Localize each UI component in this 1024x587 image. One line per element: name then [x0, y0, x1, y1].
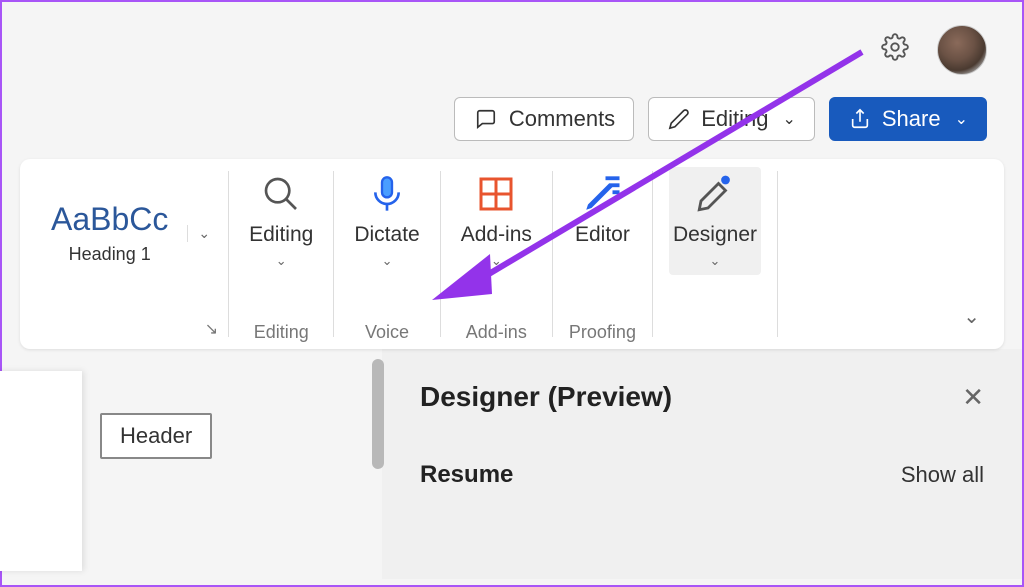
- chevron-down-icon: ⌄: [710, 253, 721, 269]
- chevron-down-icon: ⌄: [491, 253, 502, 269]
- show-all-link[interactable]: Show all: [901, 462, 984, 488]
- styles-dropdown[interactable]: ⌄: [187, 225, 220, 242]
- dialog-launcher-icon[interactable]: ↘: [205, 319, 218, 339]
- style-name: Heading 1: [51, 244, 168, 265]
- pen-lines-icon: [581, 173, 623, 215]
- chevron-down-icon: ⌄: [782, 109, 795, 129]
- editing-mode-label: Editing: [701, 106, 768, 132]
- designer-pane: Designer (Preview) ✕ Resume Show all: [382, 349, 1022, 579]
- chevron-down-icon: ⌄: [276, 253, 287, 269]
- search-icon: [260, 173, 302, 215]
- grid-icon: [475, 173, 517, 215]
- dictate-button[interactable]: Dictate ⌄: [350, 167, 423, 275]
- editor-button[interactable]: Editor: [571, 167, 634, 253]
- ribbon-group-proofing: Editor Proofing: [553, 159, 652, 349]
- addins-button[interactable]: Add-ins ⌄: [457, 167, 536, 275]
- style-preview: AaBbCc: [51, 201, 168, 238]
- chevron-down-icon: ⌄: [955, 109, 968, 129]
- ribbon-group-addins: Add-ins ⌄ Add-ins: [441, 159, 552, 349]
- close-icon[interactable]: ✕: [962, 382, 984, 413]
- group-label-voice: Voice: [365, 310, 409, 343]
- style-heading-1[interactable]: AaBbCc Heading 1: [32, 190, 187, 276]
- header-section-tag[interactable]: Header: [100, 413, 212, 459]
- editing-mode-button[interactable]: Editing ⌄: [648, 97, 815, 141]
- document-area: Header: [2, 349, 382, 579]
- group-label-proofing: Proofing: [569, 310, 636, 343]
- collapse-ribbon-icon[interactable]: ⌄: [963, 304, 980, 329]
- ribbon-group-editing: Editing ⌄ Editing: [229, 159, 333, 349]
- ribbon-group-voice: Dictate ⌄ Voice: [334, 159, 439, 349]
- ribbon: AaBbCc Heading 1 ⌄ ↘ Editing ⌄ Editing: [20, 159, 1004, 349]
- vertical-scrollbar[interactable]: [372, 359, 384, 469]
- microphone-icon: [366, 173, 408, 215]
- comments-label: Comments: [509, 106, 615, 132]
- group-label-editing: Editing: [254, 310, 309, 343]
- group-label-addins: Add-ins: [466, 310, 527, 343]
- section-resume: Resume: [420, 461, 513, 489]
- ribbon-group-designer: Designer ⌄: [653, 159, 777, 349]
- styles-gallery: AaBbCc Heading 1 ⌄ ↘: [20, 159, 228, 349]
- editing-button[interactable]: Editing ⌄: [245, 167, 317, 275]
- chevron-down-icon: ⌄: [382, 253, 393, 269]
- avatar[interactable]: [937, 25, 987, 75]
- brush-icon: [694, 173, 736, 215]
- page-edge: [0, 371, 82, 571]
- comments-button[interactable]: Comments: [454, 97, 634, 141]
- share-button[interactable]: Share ⌄: [829, 97, 987, 141]
- share-label: Share: [882, 106, 941, 132]
- pane-title: Designer (Preview): [420, 381, 672, 413]
- gear-icon[interactable]: [881, 33, 909, 66]
- designer-button[interactable]: Designer ⌄: [669, 167, 761, 275]
